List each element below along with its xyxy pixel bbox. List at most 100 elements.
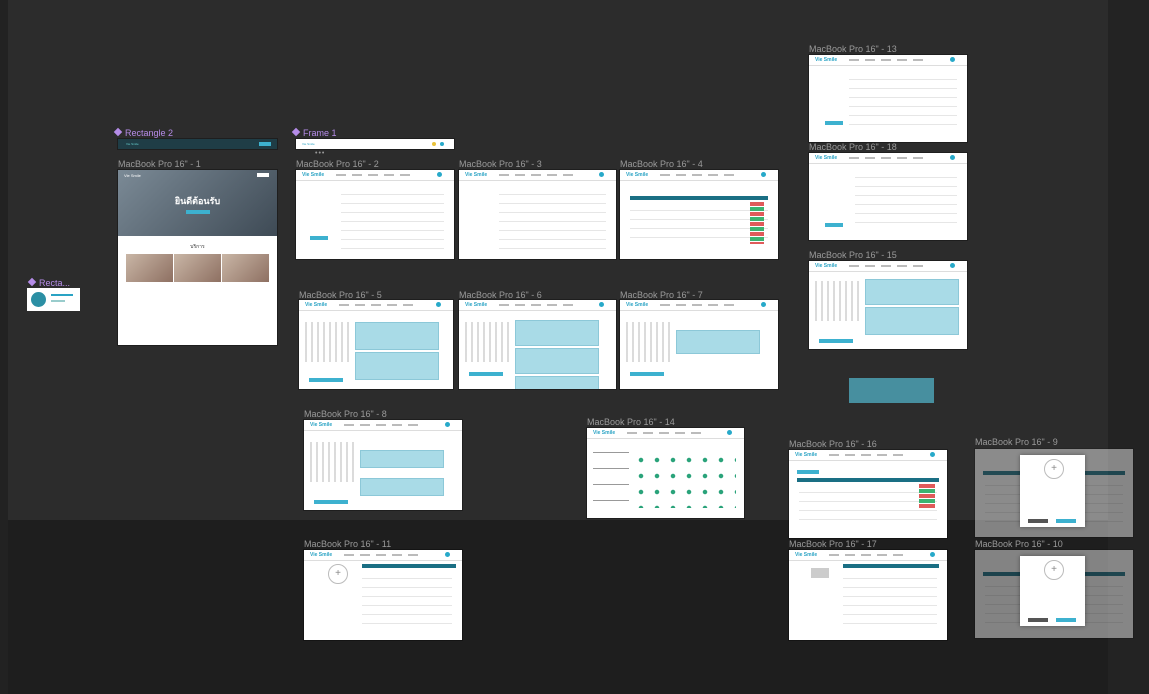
add-button[interactable] xyxy=(797,470,819,474)
save-button[interactable] xyxy=(825,121,843,125)
add-photo-button[interactable]: + xyxy=(1044,560,1064,580)
frame-label-3[interactable]: MacBook Pro 16" - 3 xyxy=(459,159,542,169)
frame-label-16[interactable]: MacBook Pro 16" - 16 xyxy=(789,439,877,449)
calendar-widget[interactable] xyxy=(310,442,356,482)
frame-1-home[interactable]: Vie Smile ยินดีต้อนรับ บริการ xyxy=(118,170,277,345)
more-dots-icon: ••• xyxy=(315,150,326,157)
frame-label-18[interactable]: MacBook Pro 16" - 18 xyxy=(809,142,897,152)
calendar-widget[interactable] xyxy=(626,322,672,362)
navbar-login-button[interactable] xyxy=(259,142,271,146)
confirm-button[interactable] xyxy=(1056,618,1076,622)
calendar-widget[interactable] xyxy=(305,322,351,362)
appointment-card[interactable] xyxy=(676,330,760,354)
confirm-button[interactable] xyxy=(309,378,343,382)
save-button[interactable] xyxy=(825,223,843,227)
row-action-buttons[interactable] xyxy=(919,484,935,508)
frame-10-modal[interactable]: + xyxy=(1020,556,1085,626)
frame-label-2[interactable]: MacBook Pro 16" - 2 xyxy=(296,159,379,169)
appointment-card[interactable] xyxy=(360,450,444,468)
service-photo xyxy=(174,254,221,282)
appointment-card[interactable] xyxy=(515,376,599,389)
cancel-button[interactable] xyxy=(1028,618,1048,622)
frame-11-profile[interactable]: Vie Smile + xyxy=(304,550,462,640)
component-label-text: Rectangle 2 xyxy=(125,128,174,138)
frame-5-calendar[interactable]: Vie Smile xyxy=(299,300,453,389)
appointment-card[interactable] xyxy=(355,322,439,350)
add-photo-button[interactable]: + xyxy=(328,564,348,584)
appointment-card[interactable] xyxy=(865,279,959,305)
navbar-logo: Vie Smile xyxy=(815,155,838,161)
frame-label-13[interactable]: MacBook Pro 16" - 13 xyxy=(809,44,897,54)
frame-label-4[interactable]: MacBook Pro 16" - 4 xyxy=(620,159,703,169)
component-icon xyxy=(27,277,37,287)
appointment-card[interactable] xyxy=(865,307,959,335)
add-photo-button[interactable]: + xyxy=(1044,459,1064,479)
app-navbar: Vie Smile xyxy=(296,170,454,181)
frame-9-modal[interactable]: + xyxy=(1020,455,1085,527)
frame-label-17[interactable]: MacBook Pro 16" - 17 xyxy=(789,539,877,549)
hero-cta-button[interactable] xyxy=(186,210,210,214)
services-title: บริการ xyxy=(190,244,205,250)
frame-label-11[interactable]: MacBook Pro 16" - 11 xyxy=(304,539,391,549)
frame-label-9[interactable]: MacBook Pro 16" - 9 xyxy=(975,437,1058,447)
schedule-grid xyxy=(849,71,957,132)
component-label-rectangle[interactable]: Recta... xyxy=(27,277,70,288)
frame-label-1[interactable]: MacBook Pro 16" - 1 xyxy=(118,159,201,169)
floating-appointment-card[interactable] xyxy=(849,378,934,403)
rectangle-user-card[interactable] xyxy=(27,288,80,311)
calendar-widget[interactable] xyxy=(465,322,511,362)
row-action-buttons[interactable] xyxy=(750,202,764,244)
frame-2-schedule[interactable]: Vie Smile xyxy=(296,170,454,259)
appointment-card[interactable] xyxy=(355,352,439,380)
calendar-widget[interactable] xyxy=(815,281,861,321)
frame-label-10[interactable]: MacBook Pro 16" - 10 xyxy=(975,539,1063,549)
table-rows xyxy=(799,484,937,524)
frame-label-7[interactable]: MacBook Pro 16" - 7 xyxy=(620,290,703,300)
frame-14-status[interactable]: Vie Smile xyxy=(587,428,744,518)
avatar xyxy=(761,172,766,177)
confirm-button[interactable] xyxy=(630,372,664,376)
frame-label-14[interactable]: MacBook Pro 16" - 14 xyxy=(587,417,675,427)
frame-18-schedule[interactable]: Vie Smile xyxy=(809,153,967,240)
frame-label-6[interactable]: MacBook Pro 16" - 6 xyxy=(459,290,542,300)
confirm-button[interactable] xyxy=(819,339,853,343)
frame-6-calendar[interactable]: Vie Smile xyxy=(459,300,616,389)
cancel-button[interactable] xyxy=(1028,519,1048,523)
appointment-card[interactable] xyxy=(515,320,599,346)
frame-label-8[interactable]: MacBook Pro 16" - 8 xyxy=(304,409,387,419)
status-checkmarks[interactable] xyxy=(633,452,736,508)
frame-label-15[interactable]: MacBook Pro 16" - 15 xyxy=(809,250,897,260)
schedule-grid xyxy=(855,169,957,230)
avatar xyxy=(950,263,955,268)
avatar xyxy=(445,422,450,427)
app-navbar: Vie Smile xyxy=(809,153,967,164)
frame-16-table[interactable]: Vie Smile xyxy=(789,450,947,538)
appointment-card[interactable] xyxy=(360,478,444,496)
frame-4-table[interactable]: Vie Smile xyxy=(620,170,778,259)
component-label-text: Frame 1 xyxy=(303,128,337,138)
login-button[interactable] xyxy=(257,173,269,177)
appointment-card[interactable] xyxy=(515,348,599,374)
confirm-button[interactable] xyxy=(314,500,348,504)
frame-8-calendar[interactable]: Vie Smile xyxy=(304,420,462,510)
confirm-button[interactable] xyxy=(469,372,503,376)
frame-15-calendar[interactable]: Vie Smile xyxy=(809,261,967,349)
nav-links xyxy=(499,174,576,176)
table-rows xyxy=(630,202,768,243)
frame-1-navbar[interactable]: Vie Smile xyxy=(296,139,454,149)
frame-13-schedule[interactable]: Vie Smile xyxy=(809,55,967,142)
component-label-frame-1[interactable]: Frame 1 xyxy=(291,127,337,138)
frame-7-calendar[interactable]: Vie Smile xyxy=(620,300,778,389)
confirm-button[interactable] xyxy=(1056,519,1076,523)
rectangle-2-navbar[interactable]: Vie Smile xyxy=(118,139,277,149)
frame-17-profile[interactable]: Vie Smile xyxy=(789,550,947,640)
avatar xyxy=(445,552,450,557)
notification-icon[interactable] xyxy=(432,142,436,146)
frame-3-schedule[interactable]: Vie Smile xyxy=(459,170,616,259)
frame-label-5[interactable]: MacBook Pro 16" - 5 xyxy=(299,290,382,300)
component-icon xyxy=(113,127,123,137)
save-button[interactable] xyxy=(310,236,328,240)
app-navbar: Vie Smile xyxy=(620,300,778,311)
avatar[interactable] xyxy=(440,142,444,146)
component-label-rectangle-2[interactable]: Rectangle 2 xyxy=(113,127,174,138)
